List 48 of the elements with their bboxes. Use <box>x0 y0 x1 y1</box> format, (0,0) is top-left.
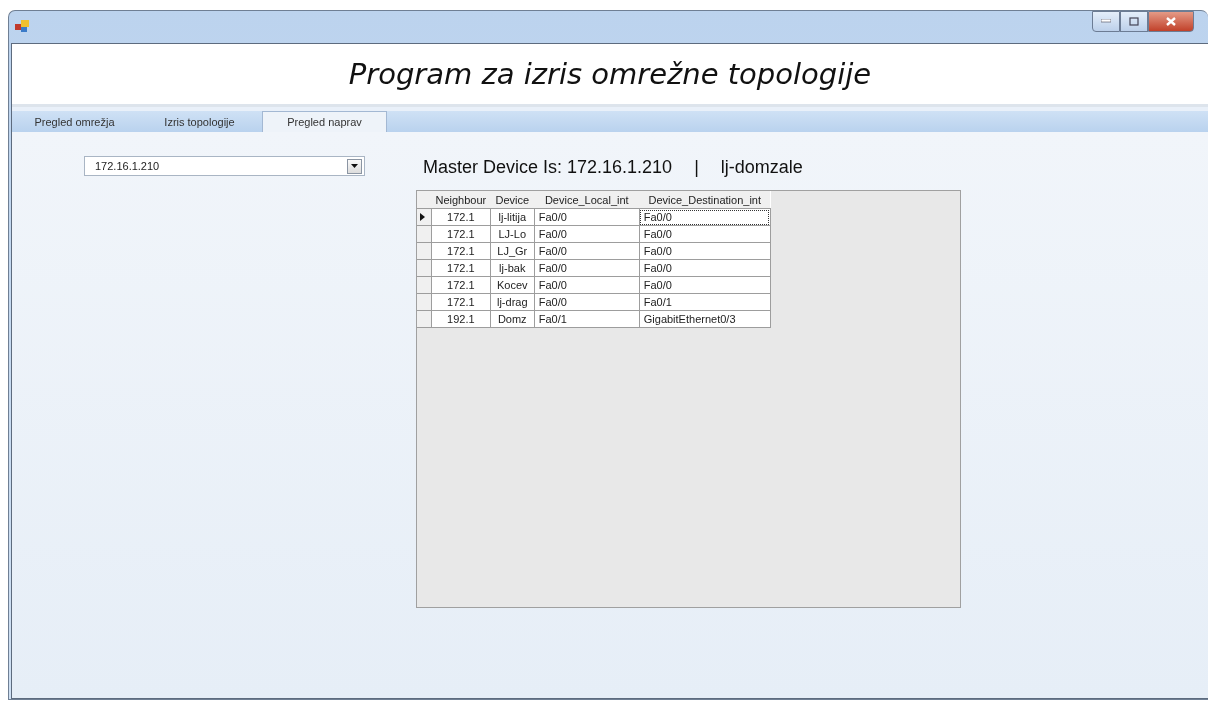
separator-text: | <box>694 156 699 178</box>
table-cell: 172.1 <box>431 293 491 311</box>
table-cell: 192.1 <box>431 310 491 328</box>
table-cell: Fa0/0 <box>534 293 640 311</box>
table-cell: Kocev <box>490 276 535 294</box>
table-cell: Fa0/0 <box>639 259 771 277</box>
table-cell: Fa0/1 <box>639 293 771 311</box>
hostname-label: lj-domzale <box>720 156 803 178</box>
column-header[interactable]: Device_Local_int <box>534 191 640 209</box>
table-cell: Fa0/0 <box>639 276 771 294</box>
table-cell: Fa0/0 <box>639 242 771 260</box>
minimize-button[interactable] <box>1092 10 1120 32</box>
table-cell: lj-drag <box>490 293 535 311</box>
table-cell: Fa0/0 <box>534 276 640 294</box>
table-cell: 172.1 <box>431 225 491 243</box>
app-title: Program za izris omrežne topologije <box>348 57 872 91</box>
table-cell: Fa0/0 <box>534 259 640 277</box>
table-cell: LJ-Lo <box>490 225 535 243</box>
dropdown-arrow-icon <box>351 164 358 168</box>
table-cell: Fa0/0 <box>639 225 771 243</box>
column-header[interactable]: Device_Destination_int <box>639 191 771 209</box>
tab[interactable]: Izris topologije <box>137 111 262 132</box>
device-dropdown[interactable]: 172.16.1.210 <box>84 156 365 176</box>
tab[interactable]: Pregled naprav <box>262 111 387 132</box>
table-cell: lj-bak <box>490 259 535 277</box>
close-icon <box>1166 16 1176 26</box>
app-icon <box>15 20 29 32</box>
table-cell: Fa0/0 <box>534 225 640 243</box>
table-cell: 172.1 <box>431 276 491 294</box>
table-cell: Fa0/1 <box>534 310 640 328</box>
table-cell: LJ_Gr <box>490 242 535 260</box>
table-cell: Domz <box>490 310 535 328</box>
master-device-label: Master Device Is: 172.16.1.210 <box>423 156 673 178</box>
table-cell: Fa0/0 <box>534 242 640 260</box>
table-cell: lj-litija <box>490 208 535 226</box>
tab[interactable]: Pregled omrežja <box>12 111 137 132</box>
table-cell: GigabitEthernet0/3 <box>639 310 771 328</box>
maximize-icon <box>1129 16 1139 26</box>
close-button[interactable] <box>1148 10 1194 32</box>
minimize-icon <box>1101 19 1111 23</box>
table-cell: 172.1 <box>431 259 491 277</box>
table-cell: Fa0/0 <box>534 208 640 226</box>
table-cell: Fa0/0 <box>639 208 771 226</box>
maximize-button[interactable] <box>1120 10 1148 32</box>
table-cell: 172.1 <box>431 208 491 226</box>
table-cell: 172.1 <box>431 242 491 260</box>
column-header[interactable]: Device <box>490 191 535 209</box>
column-header[interactable]: Neighbour <box>431 191 491 209</box>
